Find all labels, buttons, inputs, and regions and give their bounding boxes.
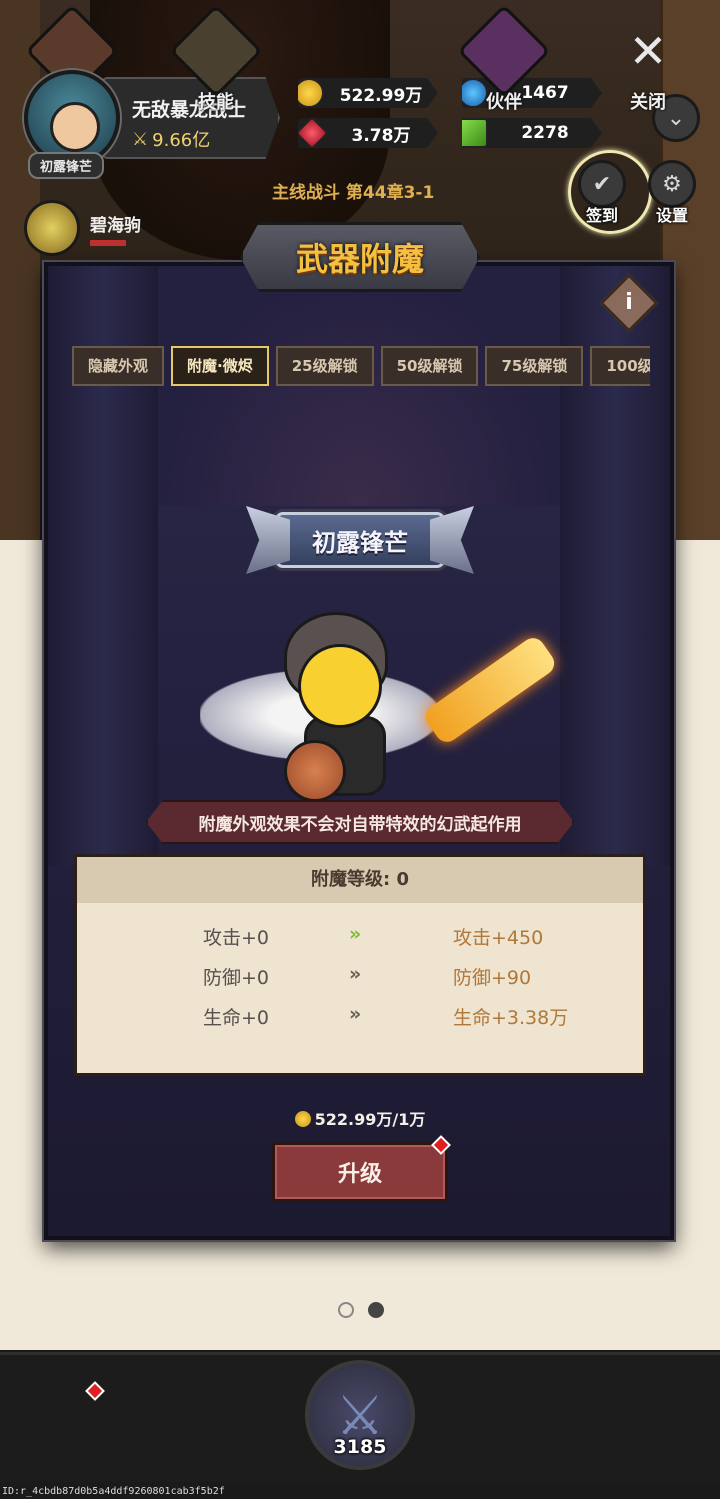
crossed-swords-icon: ⚔ (132, 128, 149, 150)
cash-icon (462, 118, 488, 148)
tab-unlock-100[interactable]: 100级解锁 (590, 346, 650, 386)
basketball (284, 740, 346, 802)
nav-close[interactable]: ✕ 关闭 (598, 18, 698, 114)
stat-current-attack: 攻击+0 (203, 927, 270, 949)
stage-label: 主线战斗 第44章3-1 (272, 183, 435, 203)
hero-face (298, 644, 382, 728)
signin-button[interactable]: ✔ 签到 (574, 160, 630, 226)
signin-label: 签到 (585, 206, 618, 225)
debug-id: ID:r_4cbdb87d0b5a4ddf9260801cab3f5b2f (2, 1486, 225, 1497)
tab-unlock-25[interactable]: 25级解锁 (275, 346, 374, 386)
enchant-level-label: 附魔等级: 0 (77, 857, 643, 903)
companion-health-bar (90, 239, 126, 246)
upgrade-button-label: 升级 (337, 1162, 382, 1187)
gold-coin-icon (298, 78, 324, 108)
currency-cash-value: 2278 (521, 123, 569, 143)
nav-battle[interactable]: ⚔ 3185 (296, 1360, 424, 1480)
page-indicator (338, 1302, 384, 1318)
tab-unlock-50[interactable]: 50级解锁 (380, 346, 479, 386)
double-arrow-icon: » (349, 1003, 362, 1025)
companion-name: 碧海驹 (90, 215, 141, 236)
nav-skill[interactable]: 技能 (166, 4, 266, 114)
currency-ruby[interactable]: 3.78万 (298, 118, 438, 148)
player-title-badge: 初露锋芒 (28, 152, 105, 179)
stats-panel: 附魔等级: 0 攻击+0 » 攻击+450 防御+0 » 防御+90 生命+0 … (74, 854, 646, 1076)
upgrade-button[interactable]: 升级 (272, 1142, 448, 1202)
stat-next-health: 生命+3.38万 (453, 1007, 569, 1029)
modal-title: 武器附魔 (295, 240, 424, 278)
skin-name-badge: 初露锋芒 (246, 500, 474, 580)
stat-row-attack: 攻击+0 » 攻击+450 (77, 917, 643, 957)
stat-next-attack: 攻击+450 (453, 927, 544, 949)
badge-body: 初露锋芒 (275, 512, 445, 568)
calendar-check-icon: ✔ (578, 160, 626, 208)
currency-gold[interactable]: 522.99万 (298, 78, 438, 108)
currency-ruby-value: 3.78万 (351, 125, 411, 146)
upgrade-cost: 522.99万/1万 (0, 1106, 720, 1130)
wings-icon (457, 4, 551, 98)
companion-avatar[interactable] (24, 200, 80, 256)
upgrade-cost-value: 522.99万/1万 (314, 1110, 426, 1129)
player-power-value: 9.66亿 (152, 130, 211, 151)
tab-hidden-appearance[interactable]: 隐藏外观 (72, 346, 165, 386)
tab-enchant-ember[interactable]: 附魔·微烬 (171, 346, 269, 386)
settings-label: 设置 (655, 206, 688, 225)
nav-close-label: 关闭 (630, 92, 666, 113)
stat-row-health: 生命+0 » 生命+3.38万 (77, 997, 643, 1037)
notice-banner: 附魔外观效果不会对自带特效的幻武起作用 (146, 800, 574, 844)
gear-icon: ⚙ (648, 160, 696, 208)
notice-text: 附魔外观效果不会对自带特效的幻武起作用 (198, 814, 522, 835)
player-power: ⚔ 9.66亿 (132, 126, 256, 152)
modal-title-banner: 武器附魔 (240, 222, 480, 292)
companion-panel[interactable]: 碧海驹 (24, 200, 141, 256)
close-icon: ✕ (628, 24, 668, 78)
flaming-weapon (421, 633, 559, 747)
stats-body: 攻击+0 » 攻击+450 防御+0 » 防御+90 生命+0 » 生命+3.3… (77, 903, 643, 1037)
hero-preview (200, 600, 560, 810)
stat-next-defense: 防御+90 (453, 967, 532, 989)
scroll-icon (169, 4, 263, 98)
stat-current-health: 生命+0 (203, 1007, 270, 1029)
modal-arch (158, 266, 560, 506)
battle-value: 3185 (333, 1436, 387, 1458)
stat-row-defense: 防御+0 » 防御+90 (77, 957, 643, 997)
currency-gold-value: 522.99万 (339, 85, 423, 106)
skin-name: 初露锋芒 (312, 528, 408, 557)
page-dot-active[interactable] (368, 1302, 384, 1318)
double-arrow-icon: » (349, 923, 362, 945)
enchant-tabs: 隐藏外观附魔·微烬25级解锁50级解锁75级解锁100级解锁 (72, 346, 650, 386)
page-dot[interactable] (338, 1302, 354, 1318)
settings-button[interactable]: ⚙ 设置 (644, 160, 700, 226)
gold-coin-icon (294, 1111, 311, 1127)
tab-unlock-75[interactable]: 75级解锁 (485, 346, 584, 386)
info-icon: i (625, 290, 633, 315)
currency-cash[interactable]: 2278 (462, 118, 602, 148)
stat-current-defense: 防御+0 (203, 967, 270, 989)
nav-partner[interactable]: 伙伴 (454, 4, 554, 114)
double-arrow-icon: » (349, 963, 362, 985)
